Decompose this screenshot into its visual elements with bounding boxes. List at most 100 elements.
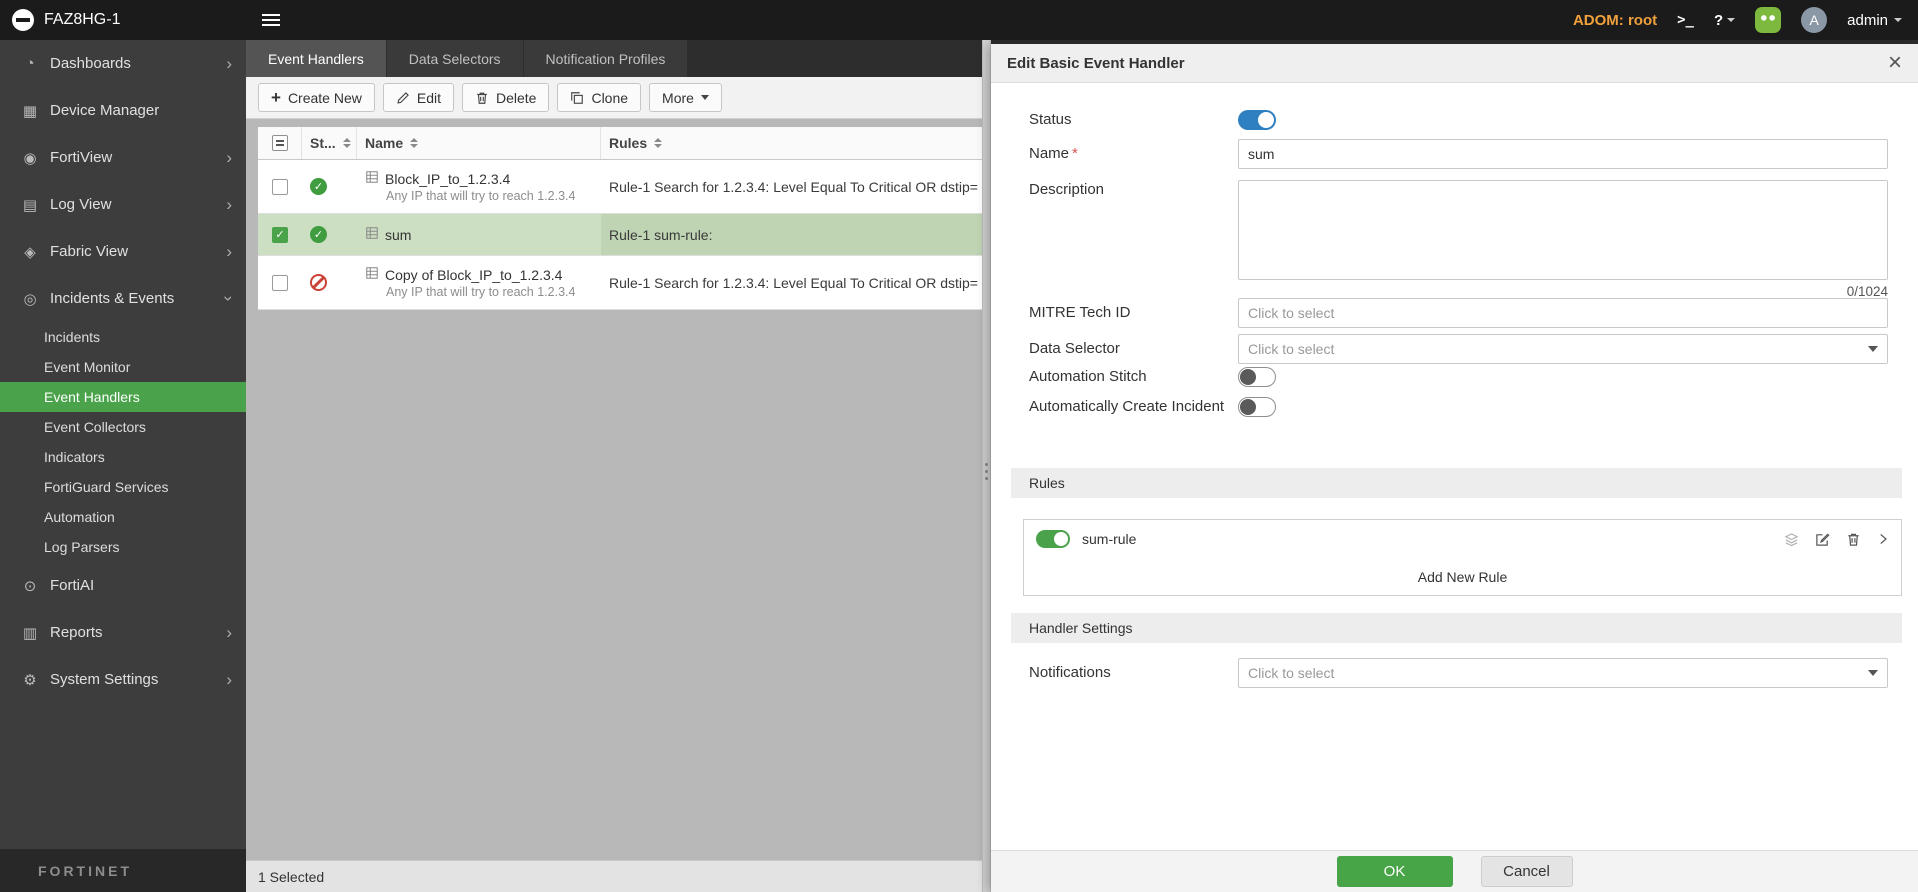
mitre-tech-id-input[interactable] xyxy=(1238,298,1888,328)
select-all-checkbox[interactable] xyxy=(271,135,288,151)
delete-rule-icon[interactable] xyxy=(1846,532,1861,547)
sidebar-item-log-view[interactable]: ▤ Log View › xyxy=(0,181,246,228)
hamburger-menu-icon[interactable] xyxy=(262,14,280,26)
sort-icon[interactable] xyxy=(410,138,419,148)
rule-toggle[interactable] xyxy=(1036,530,1070,548)
tab-event-handlers[interactable]: Event Handlers xyxy=(246,40,387,77)
chevron-down-icon xyxy=(1868,670,1878,676)
edit-button[interactable]: Edit xyxy=(382,83,454,112)
select-all-header[interactable] xyxy=(258,127,302,159)
status-enabled-icon: ✓ xyxy=(310,226,327,243)
panel-splitter[interactable] xyxy=(982,40,991,892)
sidebar-item-log-parsers[interactable]: Log Parsers xyxy=(0,532,246,562)
cli-console-icon[interactable]: >_ xyxy=(1677,12,1694,28)
sidebar-item-dashboards[interactable]: ◔ Dashboards › xyxy=(0,40,246,87)
dropdown-placeholder: Click to select xyxy=(1248,341,1335,357)
tab-label: Notification Profiles xyxy=(545,50,666,67)
sidebar-subitem-label: Event Collectors xyxy=(44,419,146,435)
help-icon: ? xyxy=(1713,11,1724,29)
column-header-status[interactable]: St... xyxy=(302,127,357,159)
sidebar-item-event-handlers[interactable]: Event Handlers xyxy=(0,382,246,412)
sidebar-item-reports[interactable]: ▥ Reports › xyxy=(0,609,246,656)
notifications-label: Notifications xyxy=(1029,663,1111,681)
section-title: Rules xyxy=(1029,475,1065,491)
layers-icon[interactable] xyxy=(1784,532,1799,547)
automation-stitch-toggle[interactable] xyxy=(1238,367,1276,387)
sidebar-item-label: System Settings xyxy=(50,671,159,688)
create-new-button[interactable]: + Create New xyxy=(258,83,375,112)
name-label: Name * xyxy=(1029,144,1078,162)
dropdown-placeholder: Click to select xyxy=(1248,665,1335,681)
sidebar-item-event-collectors[interactable]: Event Collectors xyxy=(0,412,246,442)
sidebar-item-incidents-events[interactable]: ◎ Incidents & Events › xyxy=(0,275,246,322)
chevron-right-icon: › xyxy=(226,195,232,214)
handler-icon xyxy=(365,266,379,283)
user-menu[interactable]: admin xyxy=(1847,12,1902,29)
handler-name[interactable]: sum xyxy=(385,227,411,243)
data-selector-dropdown[interactable]: Click to select xyxy=(1238,334,1888,364)
help-menu[interactable]: ? xyxy=(1713,11,1736,29)
automation-stitch-label: Automation Stitch xyxy=(1029,367,1147,385)
chevron-right-icon: › xyxy=(226,148,232,167)
sidebar-item-fortiguard-services[interactable]: FortiGuard Services xyxy=(0,472,246,502)
row-checkbox[interactable]: ✓ xyxy=(272,274,288,291)
status-toggle[interactable] xyxy=(1238,110,1276,130)
data-selector-label: Data Selector xyxy=(1029,339,1120,357)
row-checkbox[interactable]: ✓ xyxy=(272,178,288,195)
sidebar-item-indicators[interactable]: Indicators xyxy=(0,442,246,472)
panel-title: Edit Basic Event Handler xyxy=(1007,54,1185,72)
sidebar-item-label: Dashboards xyxy=(50,55,131,72)
avatar[interactable]: A xyxy=(1801,7,1828,33)
handler-name[interactable]: Copy of Block_IP_to_1.2.3.4 xyxy=(385,267,562,283)
description-textarea[interactable] xyxy=(1238,180,1888,280)
required-asterisk: * xyxy=(1072,144,1078,162)
sidebar-subitem-label: Incidents xyxy=(44,329,101,345)
topbar-right: ADOM: root >_ ? A admin xyxy=(1573,7,1918,33)
selected-count: 1 Selected xyxy=(258,868,325,885)
splitter-grip-icon[interactable] xyxy=(985,463,988,480)
log-view-icon: ▤ xyxy=(22,196,38,214)
sort-icon[interactable] xyxy=(654,138,663,148)
sort-icon[interactable] xyxy=(342,138,351,148)
row-checkbox[interactable]: ✓ xyxy=(272,226,288,243)
button-label: More xyxy=(662,89,694,106)
sidebar-item-device-manager[interactable]: ▦ Device Manager xyxy=(0,87,246,134)
add-new-rule-button[interactable]: Add New Rule xyxy=(1023,558,1902,596)
delete-button[interactable]: Delete xyxy=(461,83,550,112)
sidebar-item-automation[interactable]: Automation xyxy=(0,502,246,532)
rules-section-header: Rules xyxy=(1011,468,1902,498)
fortiai-icon[interactable] xyxy=(1755,7,1782,33)
fabric-view-icon: ◈ xyxy=(24,243,36,261)
chevron-right-icon[interactable] xyxy=(1877,533,1889,545)
notifications-dropdown[interactable]: Click to select xyxy=(1238,658,1888,688)
sidebar-item-label: Log View xyxy=(50,196,112,213)
sidebar-subitem-label: Event Handlers xyxy=(44,389,140,405)
panel-header: Edit Basic Event Handler × xyxy=(991,44,1918,83)
close-icon[interactable]: × xyxy=(1888,51,1902,75)
clone-icon xyxy=(570,91,584,105)
auto-create-incident-toggle[interactable] xyxy=(1238,397,1276,417)
button-label: Create New xyxy=(287,89,362,106)
edit-rule-icon[interactable] xyxy=(1815,532,1830,547)
tab-notification-profiles[interactable]: Notification Profiles xyxy=(523,40,689,77)
adom-badge[interactable]: ADOM: root xyxy=(1573,12,1657,29)
device-manager-icon: ▦ xyxy=(22,102,38,120)
rule-row[interactable]: sum-rule xyxy=(1023,519,1902,559)
ok-button[interactable]: OK xyxy=(1336,856,1453,887)
sidebar-item-fabric-view[interactable]: ◈ Fabric View › xyxy=(0,228,246,275)
user-name: admin xyxy=(1847,11,1888,29)
sidebar-item-incidents[interactable]: Incidents xyxy=(0,322,246,352)
name-input[interactable] xyxy=(1238,139,1888,169)
column-header-name[interactable]: Name xyxy=(357,127,601,159)
more-button[interactable]: More xyxy=(649,83,722,112)
chevron-right-icon: › xyxy=(226,623,232,642)
handler-name[interactable]: Block_IP_to_1.2.3.4 xyxy=(385,171,510,187)
sidebar-item-system-settings[interactable]: ⚙ System Settings › xyxy=(0,656,246,703)
chevron-down-icon: › xyxy=(219,295,239,302)
sidebar-item-event-monitor[interactable]: Event Monitor xyxy=(0,352,246,382)
tab-data-selectors[interactable]: Data Selectors xyxy=(386,40,524,77)
clone-button[interactable]: Clone xyxy=(557,83,642,112)
sidebar-item-fortiai[interactable]: ⊙ FortiAI xyxy=(0,562,246,609)
cancel-button[interactable]: Cancel xyxy=(1480,856,1573,887)
sidebar-item-fortiview[interactable]: ◉ FortiView › xyxy=(0,134,246,181)
